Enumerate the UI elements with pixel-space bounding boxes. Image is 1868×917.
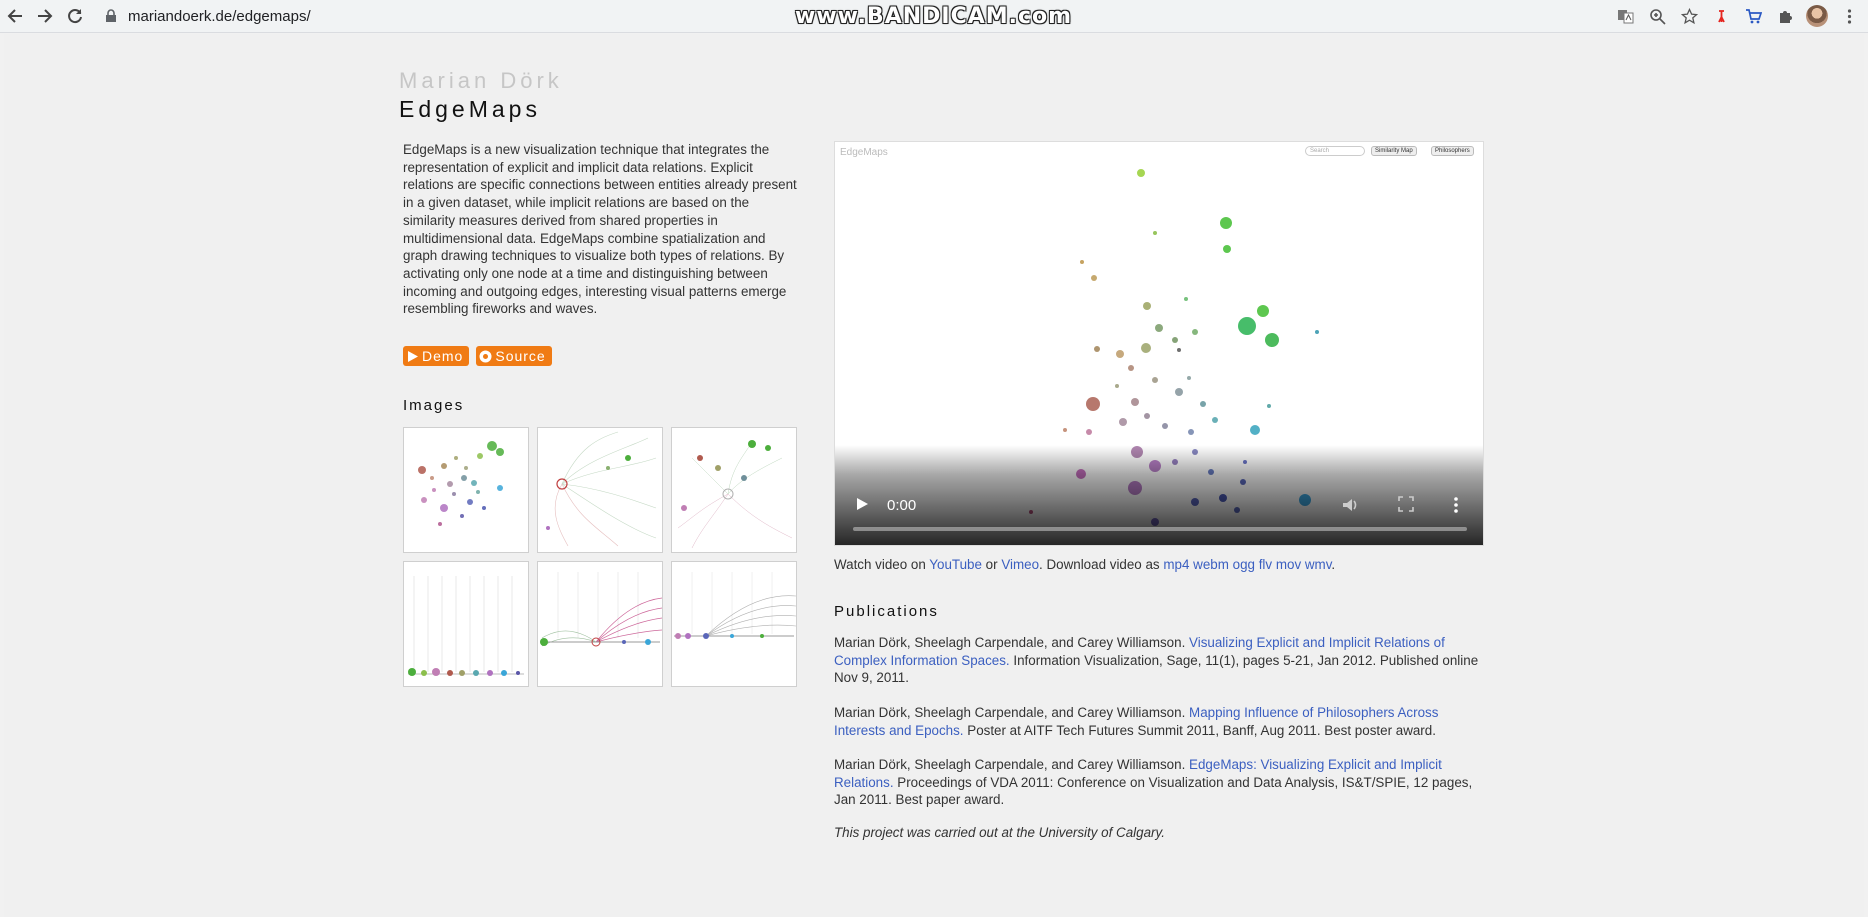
page-title: EdgeMaps [399, 96, 541, 122]
images-heading: Images [403, 397, 465, 414]
thumbnail-arcs[interactable] [537, 561, 663, 687]
webm-link[interactable]: webm [1193, 557, 1229, 572]
youtube-link[interactable]: YouTube [929, 557, 982, 572]
video-player[interactable]: EdgeMaps Search Similarity Map Philosoph… [834, 141, 1484, 546]
video-links: Watch video on YouTube or Vimeo. Downloa… [834, 557, 1335, 572]
links-suffix: . [1331, 557, 1336, 572]
bandicam-watermark: www.BANDICAM.com [795, 4, 1073, 29]
wmv-link[interactable]: wmv [1305, 557, 1332, 572]
play-icon[interactable] [855, 497, 869, 511]
publication-authors: Marian Dörk, Sheelagh Carpendale, and Ca… [834, 705, 1186, 720]
yandex-extension-icon[interactable] [1708, 3, 1734, 29]
source-icon [479, 350, 492, 362]
publication-item: Marian Dörk, Sheelagh Carpendale, and Ca… [834, 634, 1486, 687]
demo-label: Demo [422, 348, 464, 364]
video-progress-bar[interactable] [853, 527, 1467, 531]
publication-authors: Marian Dörk, Sheelagh Carpendale, and Ca… [834, 757, 1186, 772]
url-text[interactable]: mariandoerk.de/edgemaps/ [128, 8, 311, 25]
video-controls: 0:00 [835, 445, 1483, 545]
project-note: This project was carried out at the Univ… [834, 825, 1165, 840]
fullscreen-icon[interactable] [1398, 496, 1414, 512]
bookmark-star-icon[interactable] [1676, 3, 1702, 29]
mov-link[interactable]: mov [1276, 557, 1301, 572]
video-time: 0:00 [887, 497, 917, 514]
flv-link[interactable]: flv [1259, 557, 1272, 572]
volume-icon[interactable] [1341, 496, 1359, 514]
back-arrow-icon[interactable] [0, 1, 30, 31]
or-text: or [985, 557, 998, 572]
publication-venue: Poster at AITF Tech Futures Summit 2011,… [967, 722, 1436, 738]
thumbnail-network[interactable] [671, 427, 797, 553]
publications-heading: Publications [834, 603, 939, 620]
image-gallery [403, 427, 797, 687]
translate-icon[interactable] [1612, 3, 1638, 29]
download-prefix: . Download video as [1039, 557, 1160, 572]
forward-arrow-icon[interactable] [30, 1, 60, 31]
menu-dots-icon[interactable] [1836, 3, 1862, 29]
reload-icon[interactable] [60, 1, 90, 31]
video-search-field: Search [1305, 146, 1365, 156]
vimeo-link[interactable]: Vimeo [1001, 557, 1039, 572]
source-button[interactable]: Source [476, 346, 552, 366]
thumbnail-fireworks[interactable] [537, 427, 663, 553]
thumbnail-arcs-grey[interactable] [671, 561, 797, 687]
publication-venue: Proceedings of VDA 2011: Conference on V… [834, 774, 1473, 808]
video-select-dataset: Philosophers [1431, 146, 1474, 156]
cart-extension-icon[interactable] [1740, 3, 1766, 29]
publication-item: Marian Dörk, Sheelagh Carpendale, and Ca… [834, 704, 1486, 739]
profile-avatar[interactable] [1804, 3, 1830, 29]
play-icon [408, 350, 418, 362]
project-description: EdgeMaps is a new visualization techniqu… [403, 142, 797, 317]
publication-item: Marian Dörk, Sheelagh Carpendale, and Ca… [834, 756, 1486, 809]
browser-toolbar: mariandoerk.de/edgemaps/ www.BANDICAM.co… [0, 0, 1868, 33]
mp4-link[interactable]: mp4 [1163, 557, 1189, 572]
video-brand-label: EdgeMaps [840, 147, 888, 158]
thumbnail-similarity-map[interactable] [403, 427, 529, 553]
thumbnail-timeline-wave[interactable] [403, 561, 529, 687]
watch-prefix: Watch video on [834, 557, 926, 572]
extensions-puzzle-icon[interactable] [1772, 3, 1798, 29]
zoom-icon[interactable] [1644, 3, 1670, 29]
more-options-icon[interactable] [1451, 495, 1461, 515]
ogg-link[interactable]: ogg [1233, 557, 1255, 572]
author-name: Marian Dörk [399, 68, 563, 93]
demo-button[interactable]: Demo [403, 346, 470, 366]
source-label: Source [495, 348, 546, 364]
publication-authors: Marian Dörk, Sheelagh Carpendale, and Ca… [834, 635, 1186, 650]
lock-icon [106, 9, 116, 22]
video-select-map: Similarity Map [1371, 146, 1417, 156]
action-buttons: Demo Source [403, 346, 552, 366]
toolbar-actions [1612, 3, 1862, 29]
